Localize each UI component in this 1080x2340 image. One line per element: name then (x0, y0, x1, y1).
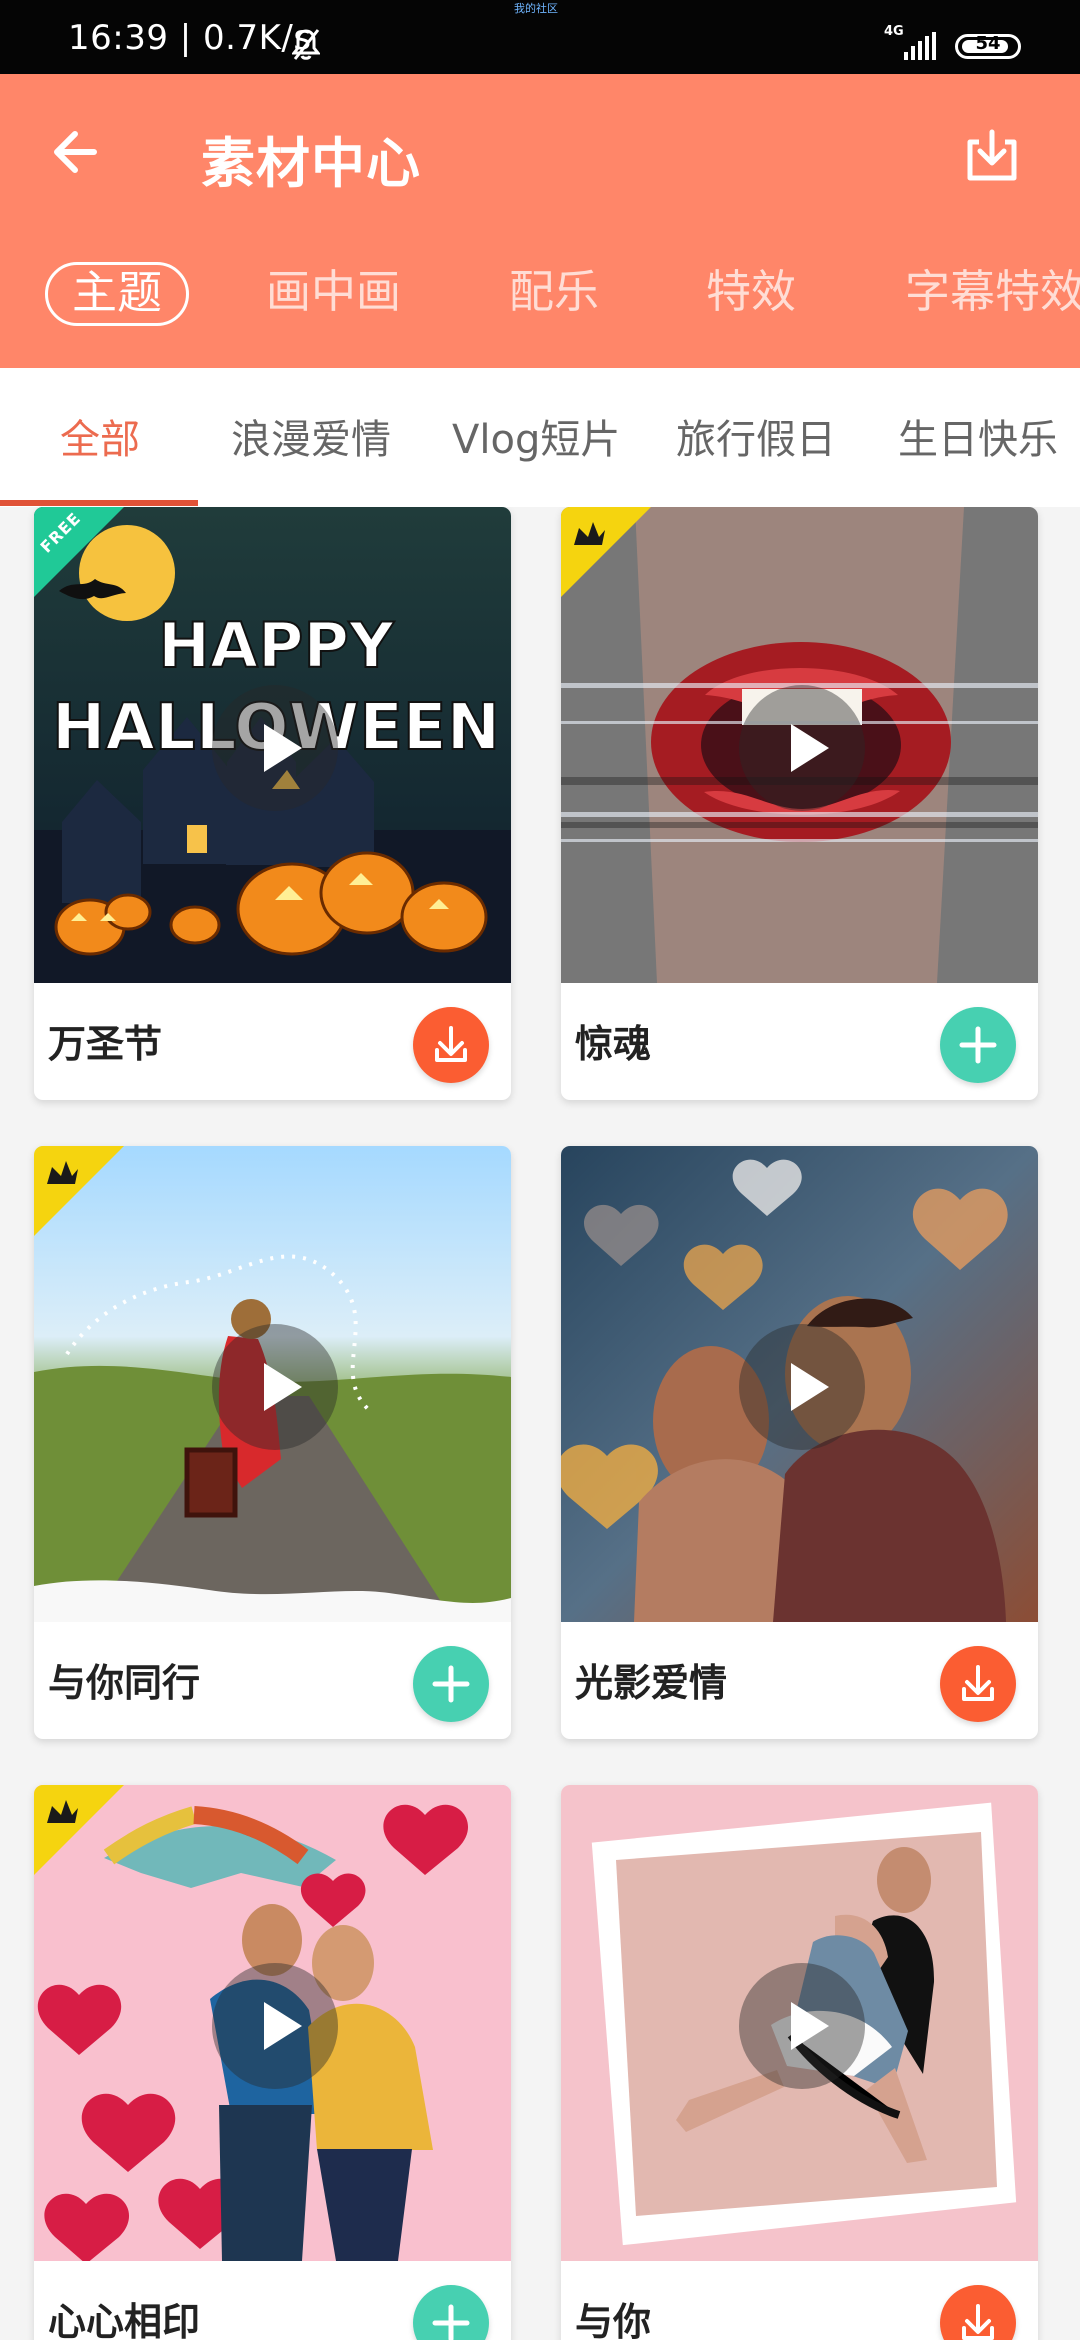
add-button[interactable] (413, 1646, 489, 1722)
tab-music[interactable]: 配乐 (509, 262, 599, 322)
play-icon[interactable] (212, 1324, 338, 1450)
tab-picture-in-picture[interactable]: 画中画 (266, 262, 401, 322)
subtab-romance[interactable]: 浪漫爱情 (231, 410, 391, 470)
network-label: 4G (884, 24, 904, 39)
card-title: 与你同行 (48, 1661, 201, 1705)
card-title: 万圣节 (48, 1022, 163, 1066)
theme-grid: HAPPY HALLOWEEN FREE 万圣节 惊魂 与你同行 光影爱情 心心… (0, 507, 1080, 2340)
card-title: 心心相印 (48, 2300, 201, 2340)
play-icon[interactable] (212, 1963, 338, 2089)
play-icon[interactable] (739, 1324, 865, 1450)
subcategory-tabs: 全部 浪漫爱情 Vlog短片 旅行假日 生日快乐 (0, 368, 1080, 507)
battery-percent: 54 (975, 33, 1001, 54)
card-title: 光影爱情 (575, 1661, 728, 1705)
subtab-vlog[interactable]: Vlog短片 (452, 410, 620, 470)
theme-card[interactable]: 与你 (561, 1785, 1038, 2340)
download-button[interactable] (940, 1646, 1016, 1722)
crown-icon (47, 1800, 78, 1823)
plus-icon (432, 2304, 470, 2340)
app-header: 素材中心 主题 画中画 配乐 特效 字幕特效 (0, 74, 1080, 368)
plus-icon (959, 1026, 997, 1064)
add-button[interactable] (413, 2285, 489, 2340)
theme-card[interactable]: 惊魂 (561, 507, 1038, 1100)
mute-icon (292, 29, 320, 60)
active-subtab-indicator (0, 500, 198, 506)
subtab-all[interactable]: 全部 (60, 410, 140, 470)
subtab-birthday[interactable]: 生日快乐 (898, 410, 1058, 470)
theme-card[interactable]: 心心相印 (34, 1785, 511, 2340)
plus-icon (432, 1665, 470, 1703)
download-button[interactable] (413, 1007, 489, 1083)
crown-icon (47, 1161, 78, 1184)
subtab-travel[interactable]: 旅行假日 (676, 410, 836, 470)
category-tabs: 主题 画中画 配乐 特效 字幕特效 (0, 262, 1080, 352)
active-tab-pointer (94, 282, 130, 300)
theme-card[interactable]: 与你同行 (34, 1146, 511, 1739)
download-manager-button[interactable] (962, 127, 1022, 184)
top-tiny-text: 我的社区 (514, 2, 558, 15)
download-icon (962, 2304, 994, 2340)
play-icon[interactable] (212, 685, 338, 811)
theme-card[interactable]: HAPPY HALLOWEEN FREE 万圣节 (34, 507, 511, 1100)
card-title: 惊魂 (575, 1022, 652, 1066)
play-icon[interactable] (739, 1963, 865, 2089)
download-button[interactable] (940, 2285, 1016, 2340)
download-icon (962, 1665, 994, 1701)
crown-icon (574, 522, 605, 545)
theme-card[interactable]: 光影爱情 (561, 1146, 1038, 1739)
download-icon (435, 1026, 467, 1062)
signal-icon (904, 32, 936, 60)
tab-subtitle-effects[interactable]: 字幕特效 (905, 262, 1080, 322)
page-title: 素材中心 (201, 132, 421, 195)
status-time-speed: 16:39 | 0.7K/s (68, 18, 312, 58)
back-button[interactable] (48, 123, 106, 181)
battery-icon: 54 (955, 33, 1021, 59)
status-bar: 16:39 | 0.7K/s 我的社区 4G 54 (0, 0, 1080, 74)
play-icon[interactable] (739, 685, 865, 811)
add-button[interactable] (940, 1007, 1016, 1083)
card-title: 与你 (575, 2300, 652, 2340)
tab-effects[interactable]: 特效 (706, 262, 796, 322)
svg-text:HAPPY: HAPPY (158, 609, 395, 682)
